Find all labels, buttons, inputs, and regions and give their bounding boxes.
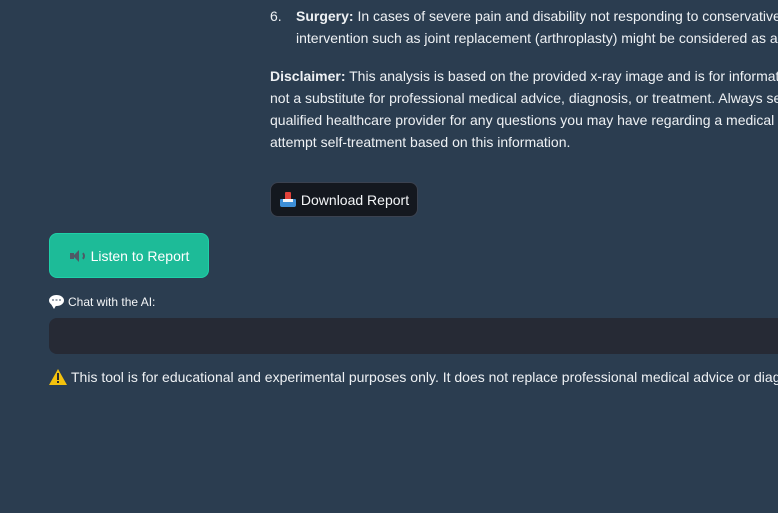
disclaimer-line-3: qualified healthcare provider for any qu… [270,112,778,128]
chat-label-text: Chat with the AI: [68,294,156,309]
disclaimer-line-1-text: This analysis is based on the provided x… [345,68,778,84]
footer-warning: This tool is for educational and experim… [49,369,778,385]
list-item-title: Surgery: [296,8,354,24]
disclaimer-line-1: Disclaimer: This analysis is based on th… [270,65,778,87]
chat-label: Chat with the AI: [49,294,155,309]
inbox-tray-icon [279,191,297,208]
disclaimer-line-4: attempt self-treatment based on this inf… [270,134,571,150]
list-item-text: Surgery: In cases of severe pain and dis… [296,5,778,49]
list-item-line-1-text: In cases of severe pain and disability n… [353,8,778,24]
speaker-icon [69,249,87,263]
chat-input[interactable] [49,318,778,354]
download-report-label: Download Report [300,191,410,208]
footer-warning-text: This tool is for educational and experim… [71,369,778,385]
list-item-line-1: Surgery: In cases of severe pain and dis… [296,5,778,27]
listen-to-report-button[interactable]: Listen to Report [49,233,209,278]
warning-icon [49,369,67,385]
listen-to-report-label: Listen to Report [90,247,190,264]
download-report-button[interactable]: Download Report [270,182,418,217]
disclaimer-label: Disclaimer: [270,68,346,84]
list-number: 6. [270,8,282,24]
speech-bubble-icon [49,294,64,309]
list-item-line-2: intervention such as joint replacement (… [296,30,778,46]
disclaimer-line-2: not a substitute for professional medica… [270,90,778,106]
disclaimer-paragraph: Disclaimer: This analysis is based on th… [270,65,778,153]
